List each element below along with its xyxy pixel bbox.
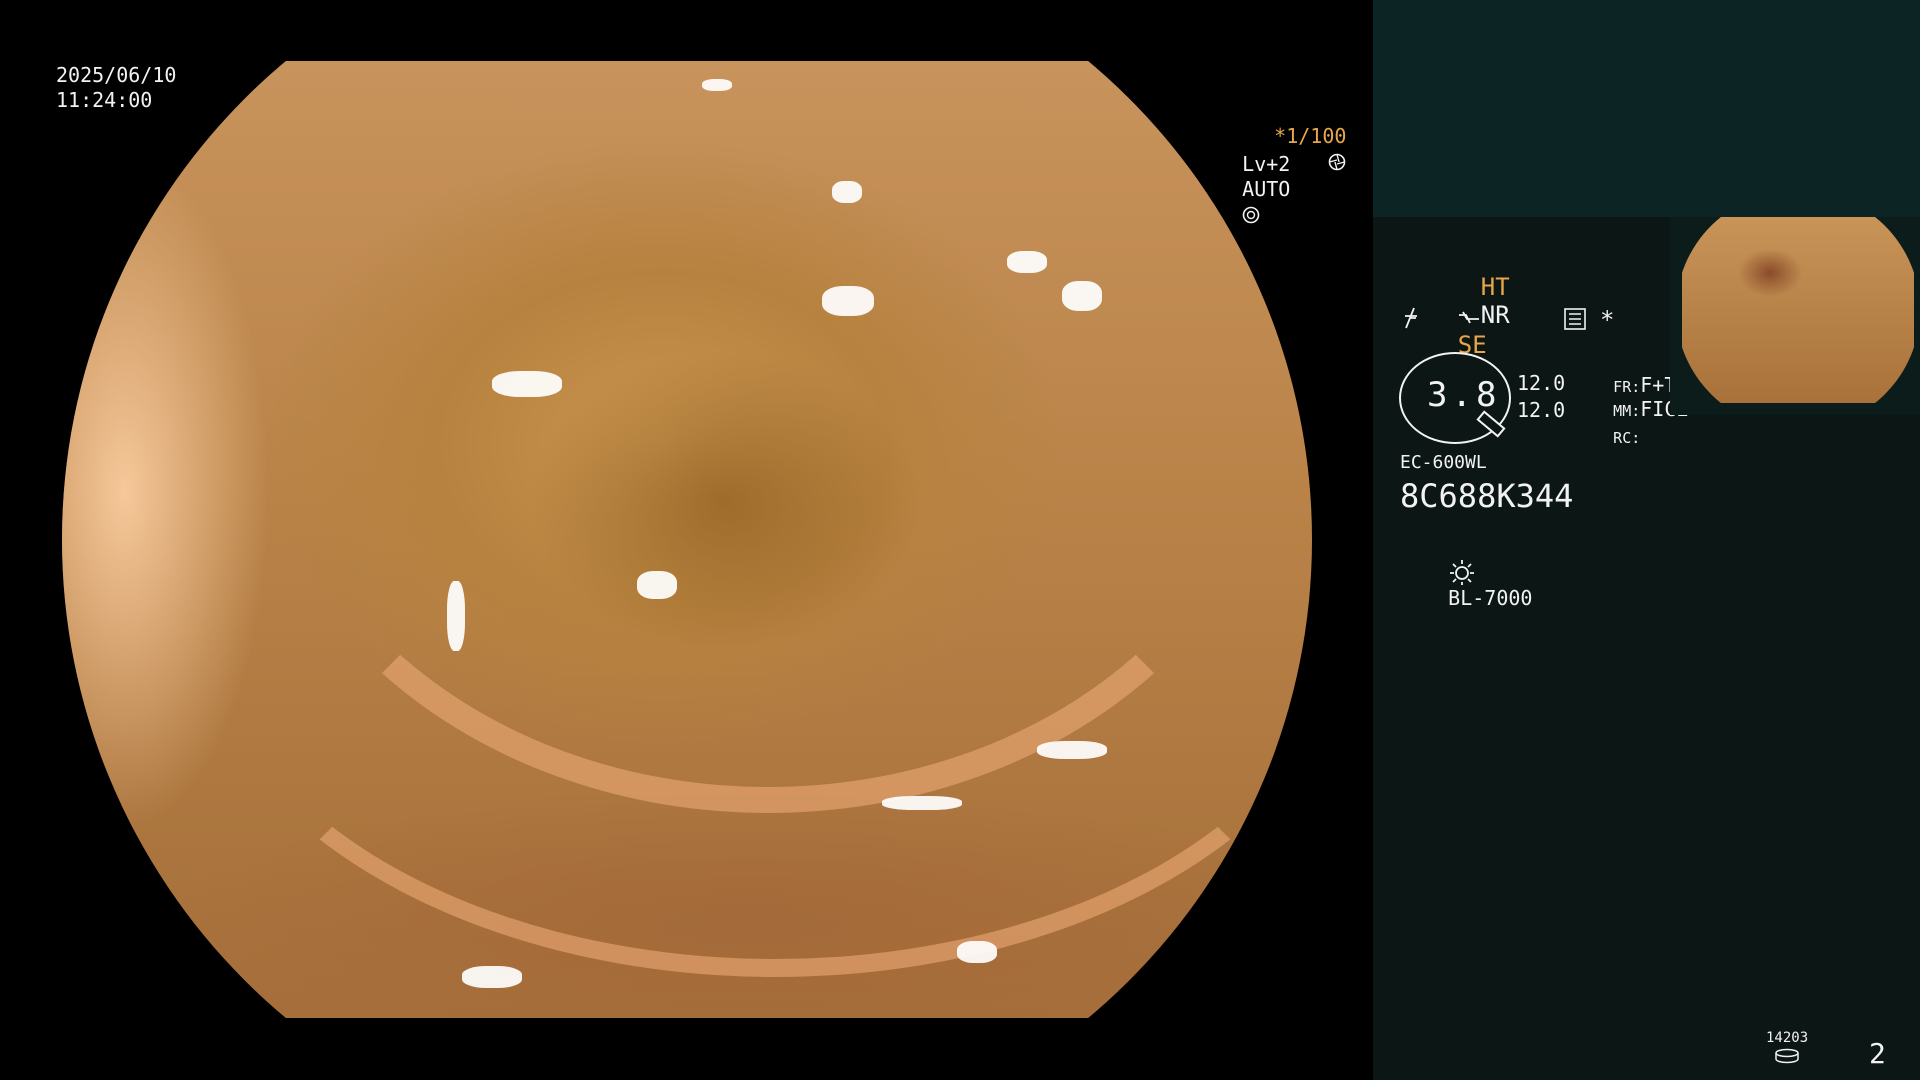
light-source-row: BL-7000	[1400, 533, 1532, 636]
light-reflection	[462, 966, 522, 988]
edge-icon	[1405, 307, 1417, 329]
light-reflection	[1007, 251, 1047, 273]
light-reflection	[822, 286, 874, 316]
light-reflection	[1062, 281, 1102, 311]
scope-serial: 8C688K344	[1400, 477, 1574, 515]
rc-row: RC:	[1565, 399, 1640, 476]
thumbnail-image	[1682, 217, 1914, 403]
storage-icon	[1775, 1048, 1799, 1064]
light-reflection	[702, 79, 732, 91]
level-display: Lv+2 AUTO	[1194, 127, 1290, 252]
color-settings-icon	[1564, 308, 1586, 330]
date-display: 2025/06/10	[56, 63, 177, 87]
iris-value: AUTO	[1242, 177, 1291, 201]
light-reflection	[637, 571, 677, 599]
zoom-handle-icon	[1476, 410, 1506, 438]
aperture-icon	[1329, 153, 1346, 171]
mucosal-fold	[182, 211, 1312, 977]
light-reflection	[492, 371, 562, 397]
panel-header-area	[1373, 0, 1920, 217]
rc-label: RC:	[1613, 429, 1641, 447]
scope-model: EC-600WL	[1400, 452, 1487, 473]
endoscope-viewport: 2025/06/10 11:24:00 *1/100 Lv+2 AUTO	[0, 0, 1373, 1080]
endoscopic-image	[62, 61, 1312, 1018]
counter-value: 14203	[1766, 1030, 1809, 1046]
light-reflection	[957, 941, 997, 963]
value-2: 12.0	[1517, 398, 1566, 422]
light-reflection	[882, 796, 962, 810]
light-reflection	[447, 581, 465, 651]
light-source-label: BL-7000	[1448, 586, 1533, 610]
light-source-icon	[1450, 560, 1475, 585]
thumbnail-preview[interactable]	[1670, 217, 1920, 415]
level-value: Lv+2	[1242, 152, 1291, 176]
info-panel: HT NR SE * 3.8 12.0 12.0 FR:F+T MM:FICE …	[1373, 0, 1920, 1080]
value-1: 12.0	[1517, 371, 1566, 395]
time-display: 11:24:00	[56, 88, 153, 112]
structure-enhance-icon	[1458, 311, 1479, 324]
light-reflection	[1037, 741, 1107, 759]
iris-icon	[1242, 206, 1260, 224]
asterisk-marker: *	[1600, 306, 1615, 334]
light-reflection	[832, 181, 862, 203]
page-number: 2	[1869, 1037, 1886, 1070]
